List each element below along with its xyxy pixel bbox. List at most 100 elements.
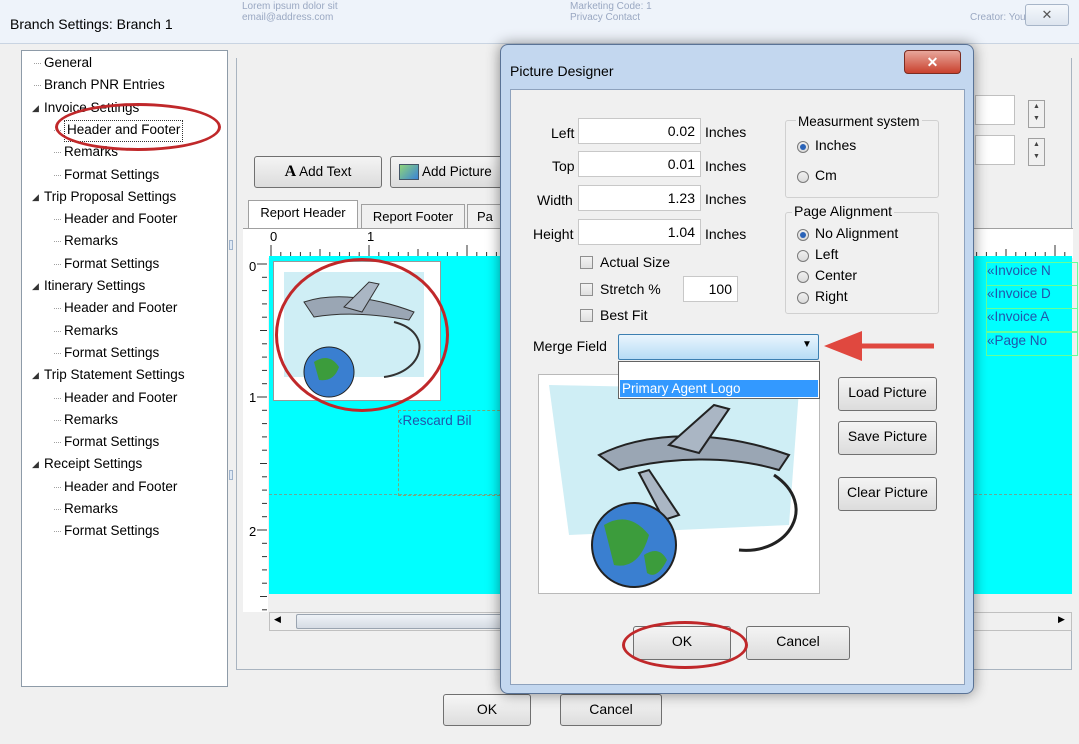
height-input[interactable]: 1.04: [578, 219, 701, 245]
splitter-handle[interactable]: [229, 240, 233, 250]
tree-connector: [54, 352, 61, 354]
save-picture-button[interactable]: Save Picture: [838, 421, 937, 455]
dropdown-option-primary-agent-logo[interactable]: Primary Agent Logo: [620, 380, 818, 397]
spin-control[interactable]: ▲ ▼: [1028, 138, 1045, 166]
tab-report-footer[interactable]: Report Footer: [361, 204, 465, 230]
tree-item[interactable]: Itinerary Settings: [44, 276, 145, 296]
add-text-button[interactable]: A Add Text: [254, 156, 382, 188]
spin-control[interactable]: ▲ ▼: [1028, 100, 1045, 128]
tree-item[interactable]: Header and Footer: [64, 388, 177, 408]
tree-item[interactable]: Header and Footer: [64, 477, 177, 497]
field-text: «Invoice D: [987, 286, 1051, 301]
spin-arrows-icon[interactable]: ▲ ▼: [1028, 100, 1045, 128]
tab-page[interactable]: Pa: [467, 204, 503, 230]
tree-item[interactable]: Remarks: [64, 231, 118, 251]
left-input[interactable]: 0.02: [578, 118, 701, 144]
tree-item[interactable]: General: [44, 53, 92, 73]
blurred-text: Marketing Code: 1: [570, 1, 652, 12]
tree-item[interactable]: Receipt Settings: [44, 454, 142, 474]
left-unit: Inches: [705, 124, 747, 140]
tree-item[interactable]: Header and Footer: [64, 298, 177, 318]
radio-no-alignment[interactable]: [797, 229, 809, 241]
width-input[interactable]: 1.23: [578, 185, 701, 211]
clear-picture-button[interactable]: Clear Picture: [838, 477, 937, 511]
window-title: Branch Settings: Branch 1: [10, 16, 173, 32]
dialog-close-button[interactable]: ✕: [904, 50, 961, 74]
field-text: «Page No: [987, 333, 1048, 348]
radio-left[interactable]: [797, 250, 809, 262]
top-label: Top: [552, 158, 575, 174]
tree-connector: [54, 330, 61, 332]
tab-report-header[interactable]: Report Header: [248, 200, 358, 230]
actual-size-checkbox[interactable]: [580, 256, 593, 269]
expand-triangle-icon[interactable]: ◢: [32, 103, 39, 114]
expand-triangle-icon[interactable]: ◢: [32, 281, 39, 292]
top-input[interactable]: 0.01: [578, 151, 701, 177]
blurred-text: Privacy Contact: [570, 12, 641, 23]
blurred-text: Creator: Your: [970, 12, 1029, 23]
canvas-field[interactable]: «Rescard Bil: [398, 410, 510, 496]
tree-item[interactable]: Remarks: [64, 321, 118, 341]
radio-inches-label: Inches: [815, 137, 857, 153]
expand-triangle-icon[interactable]: ◢: [32, 370, 39, 381]
canvas-field[interactable]: «Invoice A: [986, 308, 1078, 332]
tree-item[interactable]: Format Settings: [64, 343, 159, 363]
tree-item[interactable]: Branch PNR Entries: [44, 75, 165, 95]
tree-item[interactable]: Format Settings: [64, 254, 159, 274]
expand-triangle-icon[interactable]: ◢: [32, 459, 39, 470]
tree-item[interactable]: Format Settings: [64, 521, 159, 541]
load-picture-button[interactable]: Load Picture: [838, 377, 937, 411]
tree-connector: [54, 174, 61, 176]
measurement-title: Measurment system: [796, 114, 922, 129]
tree-connector: [54, 397, 61, 399]
stretch-checkbox[interactable]: [580, 283, 593, 296]
ok-button[interactable]: OK: [443, 694, 531, 726]
scroll-left-icon[interactable]: ◀: [274, 614, 281, 625]
radio-cm[interactable]: [797, 171, 809, 183]
tree-item[interactable]: Remarks: [64, 499, 118, 519]
tree-item[interactable]: Header and Footer: [64, 209, 177, 229]
annotation-highlight: [622, 621, 748, 669]
close-icon: ✕: [1041, 7, 1053, 22]
tree-item[interactable]: Remarks: [64, 410, 118, 430]
cancel-button[interactable]: Cancel: [560, 694, 662, 726]
tree-item[interactable]: Format Settings: [64, 165, 159, 185]
window-close-button[interactable]: ✕: [1025, 4, 1069, 26]
tree-item[interactable]: Trip Proposal Settings: [44, 187, 176, 207]
field-text: «Rescard Bil: [398, 413, 472, 428]
actual-size-label: Actual Size: [600, 254, 671, 270]
size-input[interactable]: [975, 95, 1015, 125]
scroll-right-icon[interactable]: ▶: [1058, 614, 1065, 625]
scrollbar-thumb[interactable]: [296, 614, 506, 629]
tree-connector: [54, 531, 61, 533]
chevron-down-icon[interactable]: ▼: [800, 339, 814, 355]
size-input[interactable]: [975, 135, 1015, 165]
expand-triangle-icon[interactable]: ◢: [32, 192, 39, 203]
field-text: «Invoice N: [987, 263, 1051, 278]
canvas-field[interactable]: «Invoice D: [986, 285, 1078, 309]
radio-center[interactable]: [797, 271, 809, 283]
width-label: Width: [537, 192, 573, 208]
canvas-field[interactable]: «Invoice N: [986, 262, 1078, 286]
splitter-handle[interactable]: [229, 470, 233, 480]
tree-connector: [54, 219, 61, 221]
ruler-left-ticks: [257, 263, 267, 611]
merge-field-select[interactable]: [618, 334, 819, 360]
add-picture-button[interactable]: Add Picture: [390, 156, 505, 188]
ruler-mark: 1: [249, 390, 257, 405]
ruler-left: [243, 256, 268, 612]
field-text: «Invoice A: [987, 309, 1050, 324]
radio-inches[interactable]: [797, 141, 809, 153]
radio-right-label: Right: [815, 288, 848, 304]
tree-connector: [54, 152, 61, 154]
canvas-field[interactable]: «Page No: [986, 332, 1078, 356]
stretch-input[interactable]: 100: [683, 276, 738, 302]
tree-item[interactable]: Trip Statement Settings: [44, 365, 185, 385]
dialog-cancel-button[interactable]: Cancel: [746, 626, 850, 660]
spin-arrows-icon[interactable]: ▲ ▼: [1028, 138, 1045, 166]
radio-right[interactable]: [797, 292, 809, 304]
tree-item[interactable]: Format Settings: [64, 432, 159, 452]
height-unit: Inches: [705, 226, 747, 242]
best-fit-checkbox[interactable]: [580, 309, 593, 322]
blurred-text: email@address.com: [242, 12, 334, 23]
